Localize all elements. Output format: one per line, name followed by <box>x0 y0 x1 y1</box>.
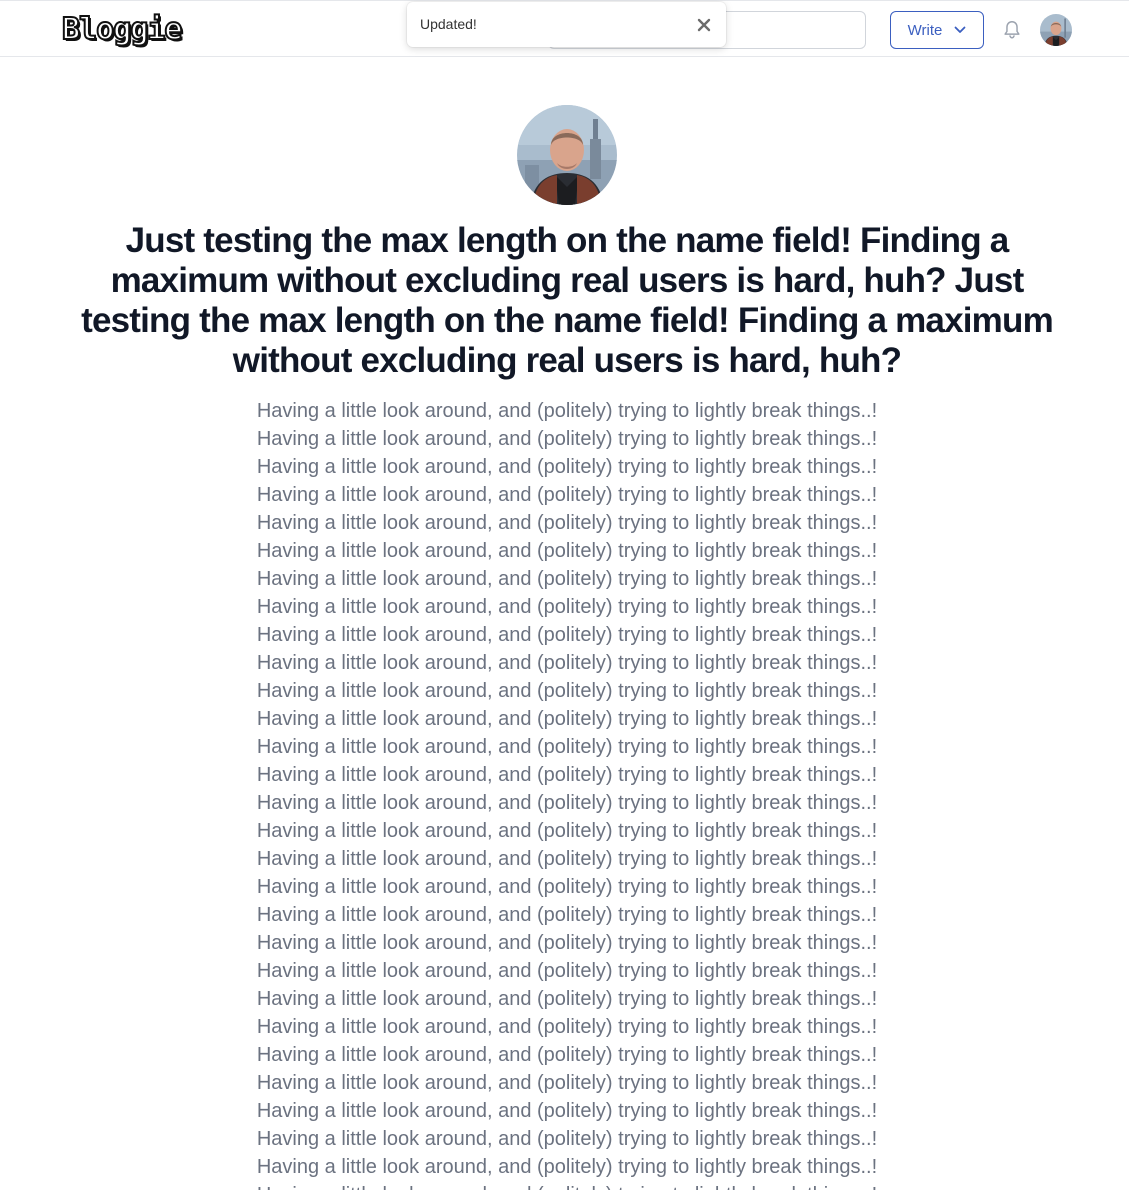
chevron-down-icon <box>954 26 966 33</box>
profile-photo <box>517 105 617 205</box>
profile-bio: Having a little look around, and (polite… <box>256 400 878 1190</box>
profile-page: Bloggie Write Updated! Just testing the … <box>0 0 1129 1190</box>
avatar[interactable] <box>1040 14 1072 46</box>
toast-message: Updated! <box>420 16 477 32</box>
avatar-photo <box>1040 14 1072 46</box>
toast-notification: Updated! <box>407 2 726 47</box>
write-button-label: Write <box>907 21 943 39</box>
profile-avatar <box>517 105 617 205</box>
close-icon[interactable] <box>695 16 713 34</box>
bell-icon[interactable] <box>1001 19 1023 41</box>
write-button[interactable]: Write <box>890 11 984 49</box>
logo[interactable]: Bloggie <box>61 12 183 48</box>
profile-name: Just testing the max length on the name … <box>81 221 1054 380</box>
